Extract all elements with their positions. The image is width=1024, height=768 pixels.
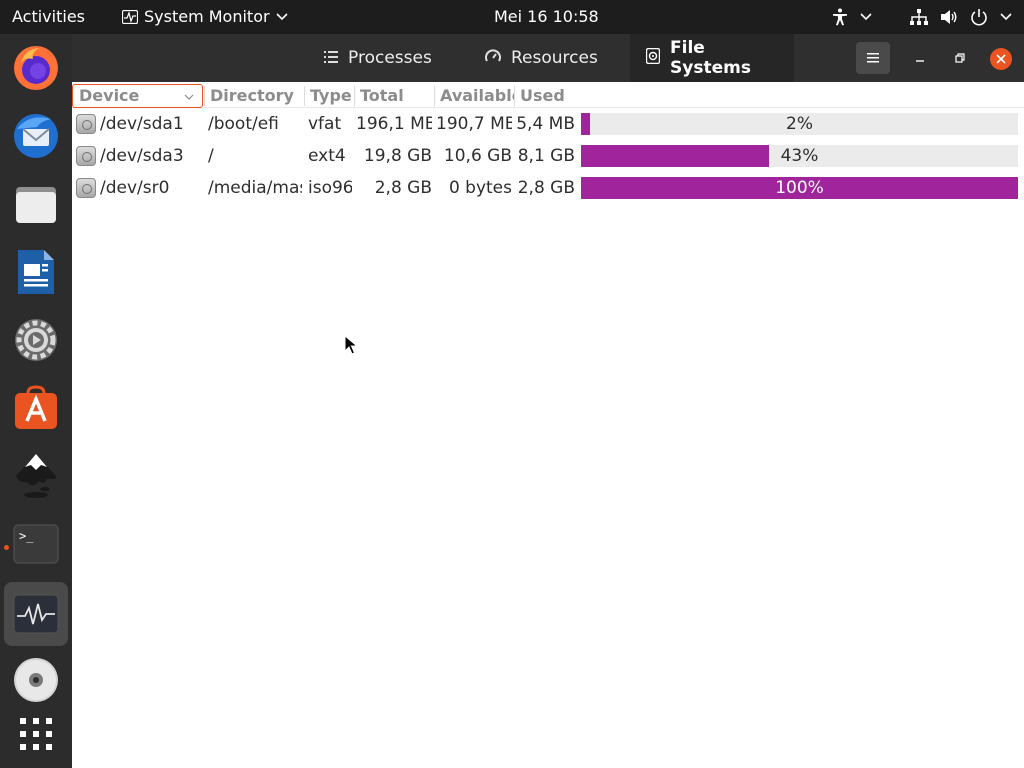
system-monitor-app-icon xyxy=(122,10,138,24)
cell-total: 19,8 GB xyxy=(363,146,432,166)
usage-percent-label: 100% xyxy=(775,178,824,198)
usage-bar: 100% xyxy=(581,177,1018,199)
cell-device: /dev/sr0 xyxy=(100,178,170,198)
table-row[interactable]: /dev/sda3 / ext4 19,8 GB 10,6 GB 8,1 GB … xyxy=(72,140,1024,172)
cell-total: 196,1 MB xyxy=(356,114,432,134)
column-header-type[interactable]: Type xyxy=(304,84,354,108)
cell-type: vfat xyxy=(308,114,342,134)
app-menu-label: System Monitor xyxy=(144,7,270,26)
cell-used: 5,4 MB xyxy=(516,114,575,134)
mouse-pointer-icon xyxy=(344,334,359,360)
chevron-down-icon[interactable] xyxy=(1000,13,1012,21)
column-header-label: Device xyxy=(79,86,140,105)
power-icon[interactable] xyxy=(970,8,988,26)
cell-directory: /media/master/Ubuntu 20.04.3 LTS amd64 xyxy=(208,178,302,198)
usage-bar: 43% xyxy=(581,145,1018,167)
thunderbird-icon[interactable] xyxy=(4,104,68,168)
minimize-button[interactable] xyxy=(908,46,932,70)
tab-label: Processes xyxy=(348,48,432,68)
table-row[interactable]: /dev/sr0 /media/master/Ubuntu 20.04.3 LT… xyxy=(72,172,1024,204)
drive-icon xyxy=(76,114,96,134)
top-bar: Activities System Monitor Mei 16 10:58 xyxy=(0,0,1024,34)
firefox-icon[interactable] xyxy=(4,36,68,100)
activities-button[interactable]: Activities xyxy=(12,0,85,34)
accessibility-icon[interactable] xyxy=(832,8,848,26)
column-header-row: Device Directory Type Total Available Us… xyxy=(72,82,1024,108)
file-systems-table: Device Directory Type Total Available Us… xyxy=(72,82,1024,768)
column-header-used[interactable]: Used xyxy=(514,84,624,108)
cell-directory: / xyxy=(208,146,214,166)
cell-available: 190,7 MB xyxy=(436,114,512,134)
chevron-down-icon[interactable] xyxy=(860,13,872,21)
chevron-down-icon xyxy=(276,13,288,21)
volume-icon[interactable] xyxy=(940,9,958,25)
cell-device: /dev/sda3 xyxy=(100,146,184,166)
restore-button[interactable] xyxy=(948,46,972,70)
network-icon[interactable] xyxy=(910,9,928,25)
app-menu[interactable]: System Monitor xyxy=(122,0,288,34)
disk-icon xyxy=(645,47,661,69)
software-center-icon[interactable] xyxy=(4,376,68,440)
column-header-total[interactable]: Total xyxy=(354,84,434,108)
cell-available: 0 bytes xyxy=(448,178,512,198)
drive-icon xyxy=(76,178,96,198)
cell-type: ext4 xyxy=(308,146,346,166)
usage-percent-label: 43% xyxy=(780,146,819,166)
chevron-down-icon xyxy=(184,85,194,107)
column-header-device[interactable]: Device xyxy=(72,84,203,108)
cell-type: iso9660 xyxy=(308,178,352,198)
window-header: Processes Resources File Systems xyxy=(72,34,1024,82)
cell-available: 10,6 GB xyxy=(443,146,512,166)
svg-text:>_: >_ xyxy=(19,529,34,543)
table-row[interactable]: /dev/sda1 /boot/efi vfat 196,1 MB 190,7 … xyxy=(72,108,1024,140)
inkscape-icon[interactable] xyxy=(4,444,68,508)
tab-file-systems[interactable]: File Systems xyxy=(630,34,794,82)
cell-directory: /boot/efi xyxy=(208,114,279,134)
show-apps-icon[interactable] xyxy=(4,702,68,766)
hamburger-menu-button[interactable] xyxy=(856,42,890,74)
system-monitor-icon[interactable] xyxy=(4,582,68,646)
tab-resources[interactable]: Resources xyxy=(469,34,614,82)
system-status-area[interactable] xyxy=(832,0,1012,34)
cell-used: 2,8 GB xyxy=(517,178,575,198)
dock: >_ xyxy=(0,34,72,768)
settings-icon[interactable] xyxy=(4,308,68,372)
drive-icon xyxy=(76,146,96,166)
terminal-icon[interactable]: >_ xyxy=(4,512,68,576)
tab-processes[interactable]: Processes xyxy=(308,34,448,82)
usage-percent-label: 2% xyxy=(786,114,813,134)
cell-used: 8,1 GB xyxy=(517,146,575,166)
files-icon[interactable] xyxy=(4,172,68,236)
usage-bar: 2% xyxy=(581,113,1018,135)
libreoffice-writer-icon[interactable] xyxy=(4,240,68,304)
tab-label: File Systems xyxy=(670,38,751,78)
list-icon xyxy=(324,48,338,68)
gauge-icon xyxy=(485,48,501,68)
column-header-available[interactable]: Available xyxy=(434,84,514,108)
tab-label: Resources xyxy=(511,48,598,68)
clock[interactable]: Mei 16 10:58 xyxy=(494,0,599,34)
cell-total: 2,8 GB xyxy=(374,178,432,198)
close-button[interactable] xyxy=(990,48,1012,70)
cell-device: /dev/sda1 xyxy=(100,114,184,134)
column-header-directory[interactable]: Directory xyxy=(204,84,304,108)
